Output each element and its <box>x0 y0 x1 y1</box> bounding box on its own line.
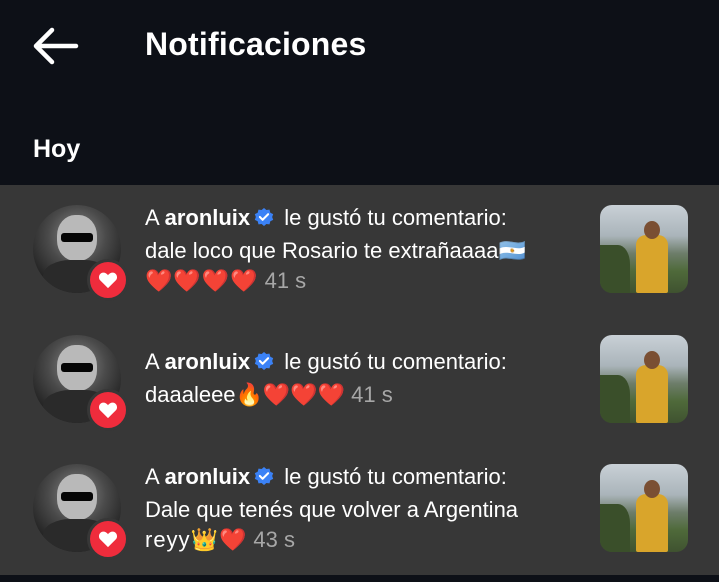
timestamp: 41 s <box>351 382 393 407</box>
notification-list: A aronluix le gustó tu comentario: dale … <box>0 185 719 575</box>
comment-text: Dale que tenés que volver a Argentina <box>145 497 519 522</box>
username[interactable]: aronluix <box>165 349 251 374</box>
comment-text: dale loco que Rosario te extrañaaaa🇦🇷 <box>145 238 526 263</box>
comment-text-continued: ❤️❤️❤️❤️ <box>145 268 259 293</box>
verified-badge-icon <box>253 465 275 495</box>
heart-icon <box>98 531 118 548</box>
post-thumbnail[interactable] <box>600 335 688 423</box>
arrow-left-icon <box>33 27 79 65</box>
username[interactable]: aronluix <box>165 205 251 230</box>
heart-icon <box>98 272 118 289</box>
like-badge <box>87 259 129 301</box>
post-thumbnail[interactable] <box>600 205 688 293</box>
comment-text: daaaleee🔥❤️❤️❤️ <box>145 382 346 407</box>
like-badge <box>87 389 129 431</box>
notification-text: A aronluix le gustó tu comentario: Dale … <box>145 464 519 552</box>
notification-item[interactable]: A aronluix le gustó tu comentario: Dale … <box>0 462 719 582</box>
notification-text: A aronluix le gustó tu comentario: dale … <box>145 205 526 293</box>
section-header-today: Hoy <box>33 135 81 163</box>
post-thumbnail[interactable] <box>600 464 688 552</box>
comment-text-continued: reyy👑❤️ <box>145 527 248 552</box>
like-badge <box>87 518 129 560</box>
page-title: Notificaciones <box>145 26 367 62</box>
top-bar: Notificaciones <box>0 0 719 90</box>
notification-text: A aronluix le gustó tu comentario: daaal… <box>145 349 507 407</box>
back-button[interactable] <box>30 26 80 66</box>
timestamp: 41 s <box>264 268 307 293</box>
timestamp: 43 s <box>253 527 295 552</box>
notification-item[interactable]: A aronluix le gustó tu comentario: dale … <box>0 203 719 323</box>
verified-badge-icon <box>253 206 275 236</box>
heart-icon <box>98 402 118 419</box>
username[interactable]: aronluix <box>165 464 251 489</box>
notification-item[interactable]: A aronluix le gustó tu comentario: daaal… <box>0 335 719 455</box>
verified-badge-icon <box>253 350 275 380</box>
